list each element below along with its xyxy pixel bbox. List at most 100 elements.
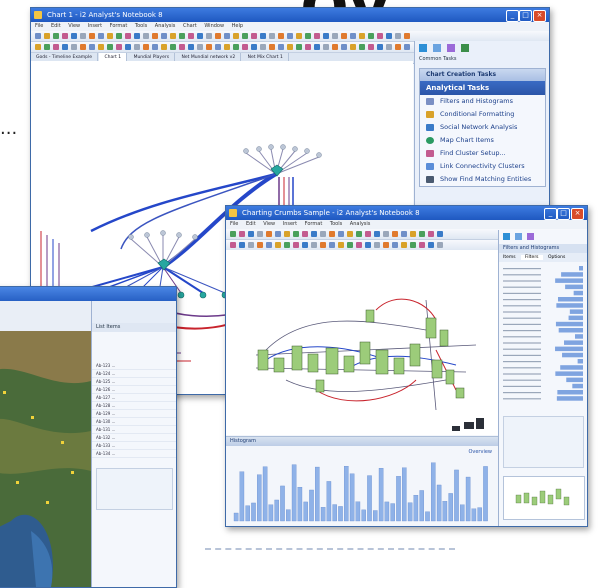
histogram-bar[interactable] bbox=[413, 495, 419, 522]
histogram-bar[interactable] bbox=[257, 474, 262, 522]
histogram-bar[interactable] bbox=[320, 507, 326, 522]
toolbar-button[interactable] bbox=[230, 242, 236, 248]
histogram-bar[interactable] bbox=[373, 510, 378, 522]
histogram-bar[interactable] bbox=[471, 508, 477, 522]
toolbar-button[interactable] bbox=[314, 44, 320, 50]
filter-value-bar[interactable] bbox=[558, 328, 583, 333]
menu-edit[interactable]: Edit bbox=[51, 23, 61, 29]
filter-value-bar[interactable] bbox=[560, 365, 583, 370]
histogram-bar[interactable] bbox=[419, 490, 424, 522]
close-button[interactable]: × bbox=[571, 208, 584, 220]
minimize-button[interactable]: _ bbox=[506, 10, 519, 22]
menu-view[interactable]: View bbox=[68, 23, 80, 29]
list-item[interactable]: Ab-128 ... bbox=[92, 402, 176, 410]
toolbar-button[interactable] bbox=[365, 231, 371, 237]
toolbar-button[interactable] bbox=[80, 44, 86, 50]
toolbar-button[interactable] bbox=[284, 231, 290, 237]
toolbar-button[interactable] bbox=[239, 231, 245, 237]
filter-value-bar[interactable] bbox=[575, 334, 583, 339]
list-item[interactable]: Ab-133 ... bbox=[92, 442, 176, 450]
toolbar-button[interactable] bbox=[239, 242, 245, 248]
toolbar-button[interactable] bbox=[116, 33, 122, 39]
filter-value-bar[interactable] bbox=[564, 340, 583, 345]
histogram-panel[interactable]: Histogram Overview bbox=[226, 436, 498, 526]
pane-icon-3[interactable] bbox=[527, 233, 534, 240]
histogram-bar[interactable] bbox=[251, 502, 256, 522]
toolbar-button[interactable] bbox=[311, 242, 317, 248]
toolbar-button[interactable] bbox=[44, 33, 50, 39]
pane-icon-2[interactable] bbox=[515, 233, 522, 240]
toolbar-button[interactable] bbox=[134, 44, 140, 50]
analytical-tasks-section[interactable]: Analytical Tasks bbox=[420, 81, 545, 95]
toolbar-button[interactable] bbox=[266, 231, 272, 237]
toolbar-button[interactable] bbox=[53, 33, 59, 39]
histogram-bar[interactable] bbox=[442, 501, 448, 522]
toolbar-button[interactable] bbox=[311, 231, 317, 237]
menu-help[interactable]: Help bbox=[232, 23, 243, 29]
toolbar-button[interactable] bbox=[332, 33, 338, 39]
toolbar-button[interactable] bbox=[287, 33, 293, 39]
toolbar-button[interactable] bbox=[338, 231, 344, 237]
toolbar-button[interactable] bbox=[179, 33, 185, 39]
toolbar-button[interactable] bbox=[320, 231, 326, 237]
toolbar-button[interactable] bbox=[347, 242, 353, 248]
list-item[interactable]: Ab-131 ... bbox=[92, 426, 176, 434]
filter-value-bar[interactable] bbox=[565, 284, 583, 290]
toolbar-button[interactable] bbox=[374, 242, 380, 248]
filter-value-bar[interactable] bbox=[557, 297, 583, 302]
toolbar-button[interactable] bbox=[188, 44, 194, 50]
toolbar-button[interactable] bbox=[161, 44, 167, 50]
toolbar-button[interactable] bbox=[53, 44, 59, 50]
toolbar-button[interactable] bbox=[71, 44, 77, 50]
toolbar-button[interactable] bbox=[284, 242, 290, 248]
filter-value-bar[interactable] bbox=[556, 396, 583, 401]
toolbar-button[interactable] bbox=[206, 44, 212, 50]
filter-value-bar[interactable] bbox=[569, 309, 583, 314]
histogram-bar[interactable] bbox=[431, 462, 436, 522]
toolbar-button[interactable] bbox=[293, 242, 299, 248]
toolbar-button[interactable] bbox=[35, 44, 41, 50]
minimize-button[interactable]: _ bbox=[544, 208, 557, 220]
toolbar-button[interactable] bbox=[89, 33, 95, 39]
toolbar-button[interactable] bbox=[305, 44, 311, 50]
toolbar-button[interactable] bbox=[275, 231, 281, 237]
toolbar-button[interactable] bbox=[179, 44, 185, 50]
histogram-bar[interactable] bbox=[483, 466, 488, 522]
toolbar-button[interactable] bbox=[269, 44, 275, 50]
toolbar-button[interactable] bbox=[437, 242, 443, 248]
maximize-button[interactable]: □ bbox=[557, 208, 570, 220]
toolbar-button[interactable] bbox=[365, 242, 371, 248]
histogram-bar[interactable] bbox=[274, 499, 279, 522]
toolbar-button[interactable] bbox=[275, 242, 281, 248]
toolbar-button[interactable] bbox=[404, 44, 410, 50]
histogram-bar[interactable] bbox=[280, 485, 285, 522]
toolbar-button[interactable] bbox=[347, 231, 353, 237]
filter-value-bar[interactable] bbox=[561, 272, 583, 277]
histogram-bar[interactable] bbox=[303, 501, 308, 522]
toolbar-button[interactable] bbox=[125, 44, 131, 50]
toolbar-button[interactable] bbox=[368, 44, 374, 50]
toolbar-button[interactable] bbox=[233, 33, 239, 39]
filter-value-bar[interactable] bbox=[555, 346, 583, 352]
list-item[interactable]: Ab-123 ... bbox=[92, 362, 176, 370]
toolbar-button[interactable] bbox=[314, 33, 320, 39]
toolbar-button[interactable] bbox=[395, 33, 401, 39]
tab-options[interactable]: Options bbox=[544, 255, 569, 260]
toolbar-button[interactable] bbox=[248, 242, 254, 248]
toolbar-button[interactable] bbox=[62, 44, 68, 50]
histogram-bar[interactable] bbox=[378, 468, 384, 522]
toolbar-button[interactable] bbox=[257, 231, 263, 237]
task-conditional-formatting[interactable]: Conditional Formatting bbox=[420, 108, 545, 121]
histogram-bar[interactable] bbox=[315, 466, 320, 522]
filter-value-bar[interactable] bbox=[562, 352, 583, 358]
histogram-bar[interactable] bbox=[349, 473, 355, 522]
menu-window[interactable]: Window bbox=[204, 23, 224, 29]
histogram-bar[interactable] bbox=[239, 471, 245, 522]
second-chart-canvas[interactable] bbox=[226, 250, 498, 435]
toolbar-button[interactable] bbox=[266, 242, 272, 248]
toolbar-button[interactable] bbox=[251, 33, 257, 39]
toolbar-button[interactable] bbox=[437, 231, 443, 237]
toolbar-button[interactable] bbox=[251, 44, 257, 50]
toolbar-button[interactable] bbox=[44, 44, 50, 50]
toolbar-button[interactable] bbox=[278, 44, 284, 50]
